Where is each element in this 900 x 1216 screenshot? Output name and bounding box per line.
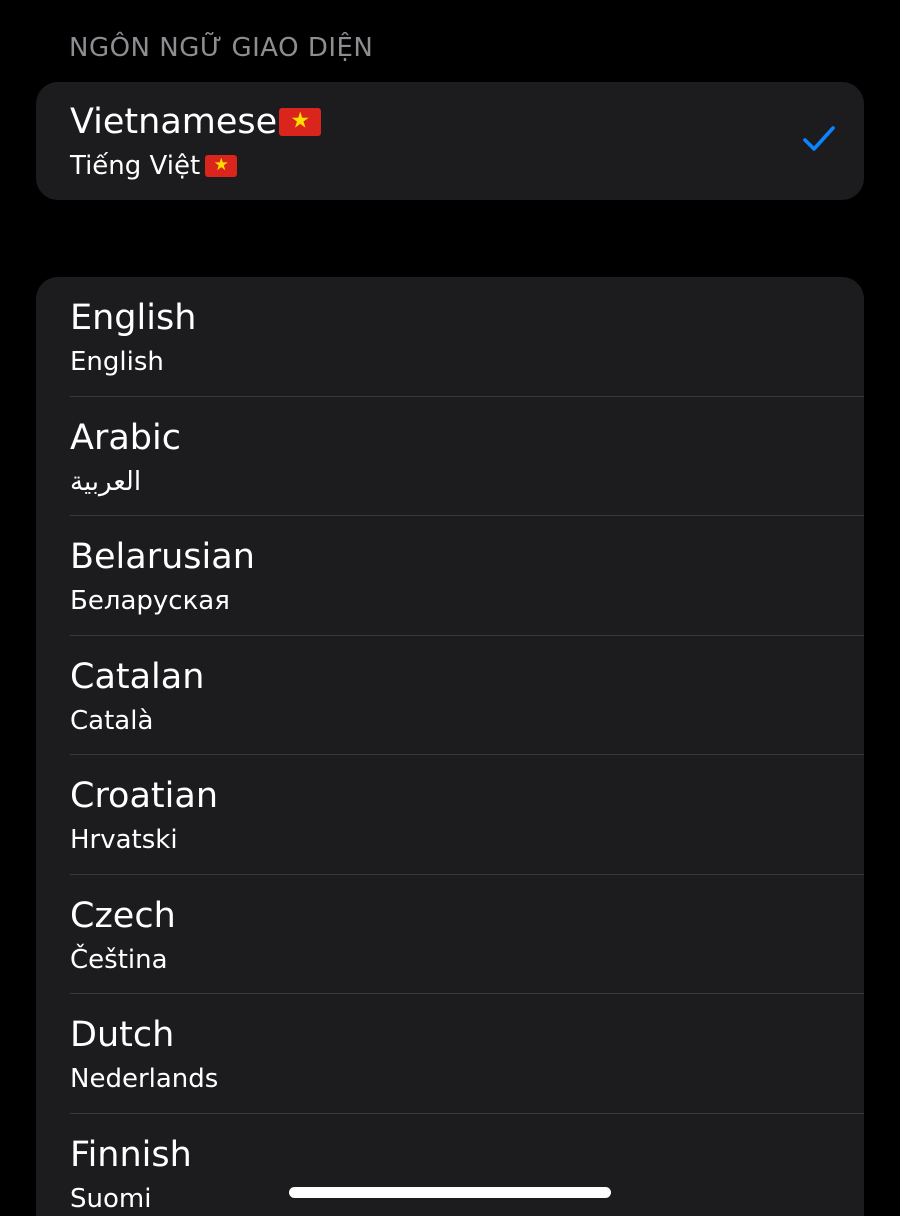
language-native-name: Hrvatski — [70, 825, 178, 855]
current-language-name-row: Vietnamese ★ — [70, 102, 322, 142]
current-language-name: Vietnamese — [70, 102, 278, 142]
language-name: Arabic — [70, 417, 181, 458]
language-row-croatian[interactable]: Croatian Hrvatski — [36, 755, 864, 875]
language-native-name: العربية — [70, 466, 142, 497]
language-settings-screen: NGÔN NGỮ GIAO DIỆN Vietnamese ★ Tiếng Vi… — [0, 0, 900, 1216]
language-native-name: Беларуская — [70, 586, 230, 616]
section-header: NGÔN NGỮ GIAO DIỆN — [69, 33, 374, 63]
language-row-english[interactable]: English English — [36, 277, 864, 397]
language-list: English English Arabic العربية Belarusia… — [36, 277, 864, 1216]
current-language-cell[interactable]: Vietnamese ★ Tiếng Việt ★ — [36, 82, 864, 200]
flag-star: ★ — [213, 155, 229, 176]
vietnam-flag-icon: ★ — [279, 108, 322, 136]
language-name: English — [70, 298, 197, 338]
language-row-arabic[interactable]: Arabic العربية — [36, 397, 864, 516]
language-native-name: English — [70, 347, 164, 377]
language-native-name: Čeština — [70, 944, 168, 975]
language-native-name: Nederlands — [70, 1064, 219, 1094]
current-language-native: Tiếng Việt — [70, 151, 201, 181]
language-native-name: Català — [70, 705, 154, 736]
language-row-finnish[interactable]: Finnish Suomi — [36, 1114, 864, 1216]
language-row-dutch[interactable]: Dutch Nederlands — [36, 994, 864, 1114]
language-name: Catalan — [70, 656, 205, 697]
language-row-czech[interactable]: Czech Čeština — [36, 875, 864, 994]
vietnam-flag-icon: ★ — [205, 155, 238, 177]
current-language-native-row: Tiếng Việt ★ — [70, 151, 238, 181]
language-name: Czech — [70, 895, 176, 936]
language-name: Finnish — [70, 1134, 192, 1175]
language-native-name: Suomi — [70, 1183, 152, 1214]
flag-star: ★ — [290, 108, 311, 134]
language-name: Dutch — [70, 1015, 175, 1055]
language-name: Croatian — [70, 776, 218, 816]
language-name: Belarusian — [70, 537, 255, 577]
home-indicator[interactable] — [289, 1187, 611, 1198]
language-row-catalan[interactable]: Catalan Català — [36, 636, 864, 755]
checkmark-icon — [803, 126, 835, 151]
language-row-belarusian[interactable]: Belarusian Беларуская — [36, 516, 864, 636]
